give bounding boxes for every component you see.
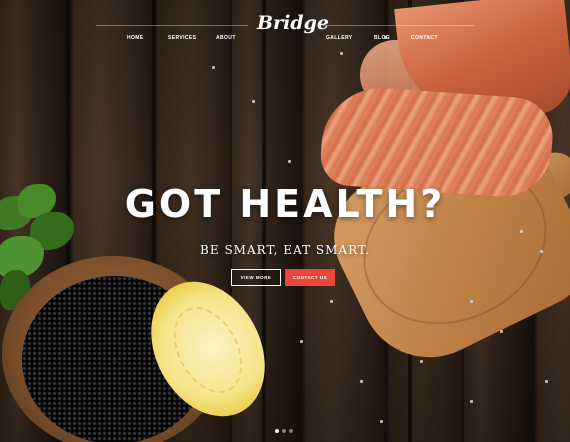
salt-crystal (380, 420, 383, 423)
salt-crystal (360, 380, 363, 383)
salt-crystal (545, 380, 548, 383)
hero-headline: GOT HEALTH? (124, 182, 446, 226)
brand-logo[interactable]: Bridge (257, 12, 329, 34)
hero-subheadline: BE SMART, EAT SMART. (200, 243, 370, 257)
nav-item-services[interactable]: SERVICES (168, 35, 196, 41)
salt-crystal (252, 100, 255, 103)
slider-dot[interactable] (275, 429, 279, 433)
hero-section: HOME SERVICES ABOUT Bridge GALLERY BLOG … (0, 0, 570, 442)
salt-crystal (470, 400, 473, 403)
contact-us-button[interactable]: CONTACT US (285, 269, 335, 286)
slider-dot[interactable] (282, 429, 286, 433)
nav-item-gallery[interactable]: GALLERY (326, 35, 353, 41)
slider-dot[interactable] (289, 429, 293, 433)
salt-crystal (420, 360, 423, 363)
salt-crystal (520, 230, 523, 233)
salt-crystal (330, 300, 333, 303)
slider-pagination (275, 429, 293, 433)
salt-crystal (470, 300, 473, 303)
nav-item-blog[interactable]: BLOG (374, 35, 390, 41)
nav-item-about[interactable]: ABOUT (216, 35, 236, 41)
salt-crystal (212, 66, 215, 69)
nav-item-home[interactable]: HOME (127, 35, 144, 41)
salt-crystal (300, 340, 303, 343)
salt-crystal (288, 160, 291, 163)
nav-divider-left (96, 25, 248, 26)
nav-divider-right (322, 25, 474, 26)
main-navigation: HOME SERVICES ABOUT Bridge GALLERY BLOG … (0, 0, 570, 60)
view-more-button[interactable]: VIEW MORE (231, 269, 281, 286)
salt-crystal (500, 330, 503, 333)
nav-item-contact[interactable]: CONTACT (411, 35, 438, 41)
